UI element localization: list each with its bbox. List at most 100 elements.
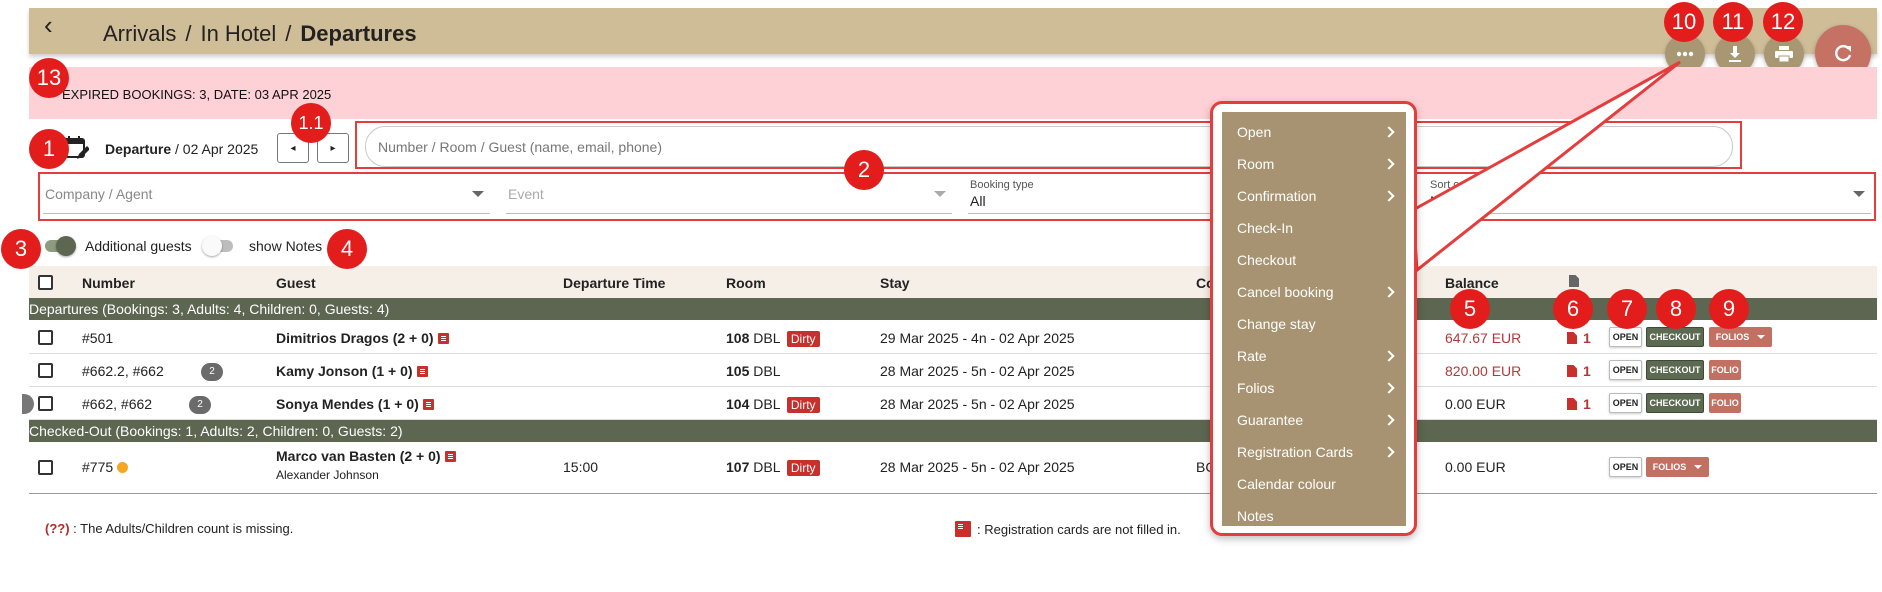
open-button[interactable]: OPEN — [1609, 360, 1642, 380]
menu-item-checkout[interactable]: Checkout — [1237, 252, 1296, 268]
missing-count-text: : The Adults/Children count is missing. — [69, 521, 294, 536]
room-type: DBL — [753, 363, 781, 379]
column-guest[interactable]: Guest — [276, 275, 316, 291]
documents-count[interactable]: 1 — [1567, 330, 1591, 346]
menu-item-rate[interactable]: Rate — [1237, 348, 1267, 364]
registration-card-icon — [422, 399, 434, 410]
folio-button[interactable]: FOLIO — [1709, 393, 1741, 413]
documents-count[interactable]: 1 — [1567, 363, 1591, 379]
guest-name-text: Sonya Mendes (1 + 0) — [276, 396, 419, 412]
open-button[interactable]: OPEN — [1609, 457, 1642, 477]
guest-name[interactable]: Marco van Basten (2 + 0) — [276, 448, 456, 464]
menu-item-registration-cards[interactable]: Registration Cards — [1237, 444, 1353, 460]
folios-label: FOLIOS — [1715, 332, 1750, 342]
column-room[interactable]: Room — [726, 275, 766, 291]
legend-missing-count: (??) : The Adults/Children count is miss… — [45, 521, 293, 536]
row-checkbox[interactable] — [38, 363, 53, 378]
column-number[interactable]: Number — [82, 275, 135, 291]
shared-bookings-badge: 2 — [201, 362, 223, 381]
booking-number[interactable]: #662, #662 — [82, 396, 152, 412]
room-cell: 108 DBL Dirty — [726, 330, 820, 347]
open-button[interactable]: OPEN — [1609, 393, 1642, 413]
row-checkbox[interactable] — [38, 396, 53, 411]
folios-dropdown-button[interactable]: FOLIOS — [1646, 457, 1709, 477]
folio-button[interactable]: FOLIO — [1709, 360, 1741, 380]
search-highlight-box — [355, 121, 1742, 169]
departure-time: 15:00 — [563, 459, 599, 475]
menu-item-notes[interactable]: Notes — [1237, 508, 1274, 524]
room-number: 105 — [726, 363, 750, 379]
menu-item-open[interactable]: Open — [1237, 124, 1271, 140]
booking-number-text: #662, #662 — [82, 396, 153, 412]
table-row[interactable]: #662, #662 2 Sonya Mendes (1 + 0) 104 DB… — [29, 387, 1877, 420]
toggle-knob — [202, 236, 222, 256]
room-number: 104 — [726, 396, 750, 412]
checkout-button[interactable]: CHECKOUT — [1646, 360, 1704, 380]
balance-amount: 647.67 EUR — [1445, 330, 1522, 346]
booking-number-text: #662.2, #662 — [82, 363, 164, 379]
breadcrumb-arrivals[interactable]: Arrivals — [103, 21, 176, 46]
balance-amount: 0.00 EUR — [1445, 396, 1506, 412]
guest-name[interactable]: Dimitrios Dragos (2 + 0) — [276, 330, 449, 346]
breadcrumb-in-hotel[interactable]: In Hotel — [200, 21, 276, 46]
annotation-marker: 1.1 — [291, 103, 331, 143]
dirty-badge: Dirty — [786, 331, 820, 347]
shared-bookings-badge: 2 — [189, 395, 211, 414]
checkout-button[interactable]: CHECKOUT — [1646, 327, 1704, 347]
menu-item-cancel-booking[interactable]: Cancel booking — [1237, 284, 1334, 300]
dirty-badge: Dirty — [786, 397, 820, 413]
select-all-checkbox[interactable] — [38, 275, 53, 290]
guest-name-text: Marco van Basten (2 + 0) — [276, 448, 441, 464]
room-cell: 105 DBL — [726, 363, 780, 379]
context-menu: Open Room Confirmation Check-In Checkout… — [1210, 101, 1417, 536]
registration-card-icon — [955, 521, 971, 537]
checkout-button[interactable]: CHECKOUT — [1646, 393, 1704, 413]
folios-dropdown-button[interactable]: FOLIOS — [1709, 327, 1772, 347]
documents-count-value: 1 — [1583, 396, 1591, 412]
group-title: Departures (Bookings: 3, Adults: 4, Chil… — [29, 301, 390, 317]
menu-item-change-stay[interactable]: Change stay — [1237, 316, 1316, 332]
guest-name[interactable]: Sonya Mendes (1 + 0) — [276, 396, 434, 412]
annotation-marker: 6 — [1553, 289, 1593, 329]
column-stay[interactable]: Stay — [880, 275, 910, 291]
show-notes-toggle[interactable] — [202, 236, 236, 256]
column-departure-time[interactable]: Departure Time — [563, 275, 665, 291]
documents-count-value: 1 — [1583, 330, 1591, 346]
open-button[interactable]: OPEN — [1609, 327, 1642, 347]
annotation-marker: 4 — [327, 229, 367, 269]
menu-item-check-in[interactable]: Check-In — [1237, 220, 1293, 236]
row-checkbox[interactable] — [38, 330, 53, 345]
annotation-marker: 3 — [1, 229, 41, 269]
guest-name[interactable]: Kamy Jonson (1 + 0) — [276, 363, 428, 379]
menu-item-folios[interactable]: Folios — [1237, 380, 1274, 396]
expired-bookings-text: EXPIRED BOOKINGS: 3, DATE: 03 APR 2025 — [62, 87, 332, 102]
breadcrumb: Arrivals / In Hotel / Departures — [103, 21, 417, 47]
menu-item-calendar-colour[interactable]: Calendar colour — [1237, 476, 1336, 492]
room-number: 108 — [726, 330, 750, 346]
room-cell: 107 DBL Dirty — [726, 459, 820, 476]
chevron-right-icon — [1383, 446, 1395, 458]
balance-amount: 820.00 EUR — [1445, 363, 1522, 379]
additional-guests-toggle[interactable] — [42, 236, 76, 256]
menu-item-guarantee[interactable]: Guarantee — [1237, 412, 1303, 428]
back-arrow-icon[interactable]: ‹ — [44, 12, 53, 38]
filters-highlight-box — [38, 172, 1876, 221]
departure-date-value: / 02 Apr 2025 — [171, 141, 259, 157]
registration-card-icon — [416, 366, 428, 377]
booking-number[interactable]: #775 — [82, 459, 129, 475]
registration-cards-text: : Registration cards are not filled in. — [977, 522, 1181, 537]
additional-guest-name[interactable]: Alexander Johnson — [276, 468, 379, 482]
documents-count[interactable]: 1 — [1567, 396, 1591, 412]
table-row[interactable]: #501 Dimitrios Dragos (2 + 0) 108 DBL Di… — [29, 320, 1877, 354]
booking-number[interactable]: #501 — [82, 330, 113, 346]
booking-number[interactable]: #662.2, #662 — [82, 363, 164, 379]
menu-item-confirmation[interactable]: Confirmation — [1237, 188, 1316, 204]
breadcrumb-departures: Departures — [300, 21, 417, 46]
menu-item-room[interactable]: Room — [1237, 156, 1274, 172]
annotation-marker: 2 — [844, 150, 884, 190]
table-row[interactable]: #775 Marco van Basten (2 + 0) Alexander … — [29, 442, 1877, 494]
row-checkbox[interactable] — [38, 460, 53, 475]
table-header: Number Guest Departure Time Room Stay Co… — [29, 266, 1877, 298]
departure-date-label: Departure / 02 Apr 2025 — [105, 141, 258, 157]
table-row[interactable]: #662.2, #662 2 Kamy Jonson (1 + 0) 105 D… — [29, 354, 1877, 387]
